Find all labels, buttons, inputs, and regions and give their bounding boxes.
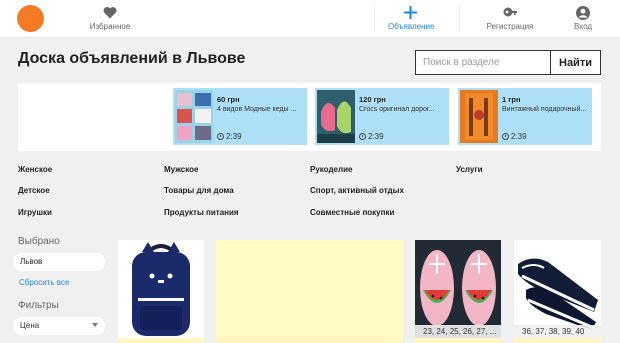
- login-label: Вход: [573, 22, 593, 31]
- promoted-listings-strip: 60 грн 4 видов Модные кеды ... 2:39 120 …: [18, 83, 601, 151]
- login-nav-button[interactable]: Вход: [571, 6, 595, 31]
- listing-card[interactable]: [118, 240, 204, 343]
- top-navigation-bar: Избранное Объявление Регистрация Вход: [0, 0, 620, 38]
- heart-icon: [88, 6, 132, 20]
- search-input[interactable]: [415, 50, 551, 75]
- promo-time-value: 2:39: [368, 132, 384, 141]
- plus-icon: [388, 6, 432, 20]
- category-link[interactable]: Продукты питания: [164, 208, 239, 217]
- clock-icon: [502, 133, 509, 140]
- category-link[interactable]: Услуги: [456, 165, 483, 174]
- promo-title: 4 видов Модные кеды ...: [217, 106, 297, 113]
- register-label: Регистрация: [486, 22, 534, 31]
- listing-sizes: 36, 37, 38, 39, 40: [514, 325, 601, 338]
- price-filter-value: Цена: [20, 321, 40, 330]
- promo-time-value: 2:39: [226, 132, 242, 141]
- promo-title: Винтажный подарочный...: [502, 106, 587, 113]
- listing-price-strip: [216, 338, 403, 343]
- promo-card[interactable]: 60 грн 4 видов Модные кеды ... 2:39: [173, 88, 307, 145]
- listing-price-strip: [415, 338, 501, 343]
- promo-time: 2:39: [502, 132, 527, 141]
- category-link[interactable]: Детское: [18, 186, 50, 195]
- promo-time: 2:39: [217, 132, 242, 141]
- promo-thumbnail: [317, 90, 355, 143]
- nav-divider: [374, 6, 375, 32]
- favorites-nav-button[interactable]: Избранное: [88, 6, 132, 31]
- selected-filters-heading: Выбрано: [18, 236, 60, 247]
- selected-city-chip[interactable]: Львов: [13, 253, 105, 271]
- listing-image: [415, 240, 501, 338]
- listing-image: [118, 240, 204, 338]
- price-filter-select[interactable]: Цена: [13, 317, 105, 335]
- promo-card[interactable]: 1 грн Винтажный подарочный... 2:39: [458, 88, 592, 145]
- search-button[interactable]: Найти: [550, 50, 601, 75]
- listing-card[interactable]: 23, 24, 25, 26, 27, ...: [415, 240, 501, 343]
- promo-thumbnail: [460, 90, 498, 143]
- promo-time-value: 2:39: [511, 132, 527, 141]
- reset-filters-link[interactable]: Сбросить все: [19, 278, 69, 287]
- listing-sizes: 23, 24, 25, 26, 27, ...: [415, 325, 501, 338]
- category-link[interactable]: Игрушки: [18, 208, 52, 217]
- category-link[interactable]: Рукоделие: [310, 165, 352, 174]
- page-title: Доска объявлений в Львове: [18, 50, 246, 67]
- register-nav-button[interactable]: Регистрация: [485, 6, 535, 31]
- promo-time: 2:39: [359, 132, 384, 141]
- filters-heading: Фильтры: [18, 300, 59, 311]
- site-logo[interactable]: [17, 5, 44, 32]
- post-ad-label: Объявление: [388, 22, 435, 31]
- promo-price: 120 грн: [359, 95, 386, 104]
- promo-price: 1 грн: [502, 95, 521, 104]
- category-link[interactable]: Товары для дома: [164, 186, 234, 195]
- category-link[interactable]: Совместные покупки: [310, 208, 394, 217]
- promo-thumbnail: [175, 90, 213, 143]
- chevron-down-icon: [92, 323, 98, 327]
- category-link[interactable]: Женское: [18, 165, 52, 174]
- promo-title: Crocs оригинал дорог...: [359, 106, 435, 113]
- clock-icon: [217, 133, 224, 140]
- favorites-label: Избранное: [89, 22, 131, 31]
- key-icon: [485, 6, 535, 20]
- promo-price: 60 грн: [217, 95, 240, 104]
- listing-price-strip: [118, 338, 204, 343]
- listing-card-placeholder[interactable]: [216, 240, 403, 343]
- category-link[interactable]: Мужское: [164, 165, 198, 174]
- clock-icon: [359, 133, 366, 140]
- post-ad-button[interactable]: Объявление: [388, 6, 435, 31]
- listing-card[interactable]: 36, 37, 38, 39, 40: [514, 240, 601, 343]
- user-icon: [571, 6, 595, 20]
- listing-image: [514, 240, 601, 338]
- nav-divider: [459, 6, 460, 32]
- category-link[interactable]: Спорт, активный отдых: [310, 186, 404, 195]
- promo-card[interactable]: 120 грн Crocs оригинал дорог... 2:39: [315, 88, 449, 145]
- listing-price-strip: [514, 338, 601, 343]
